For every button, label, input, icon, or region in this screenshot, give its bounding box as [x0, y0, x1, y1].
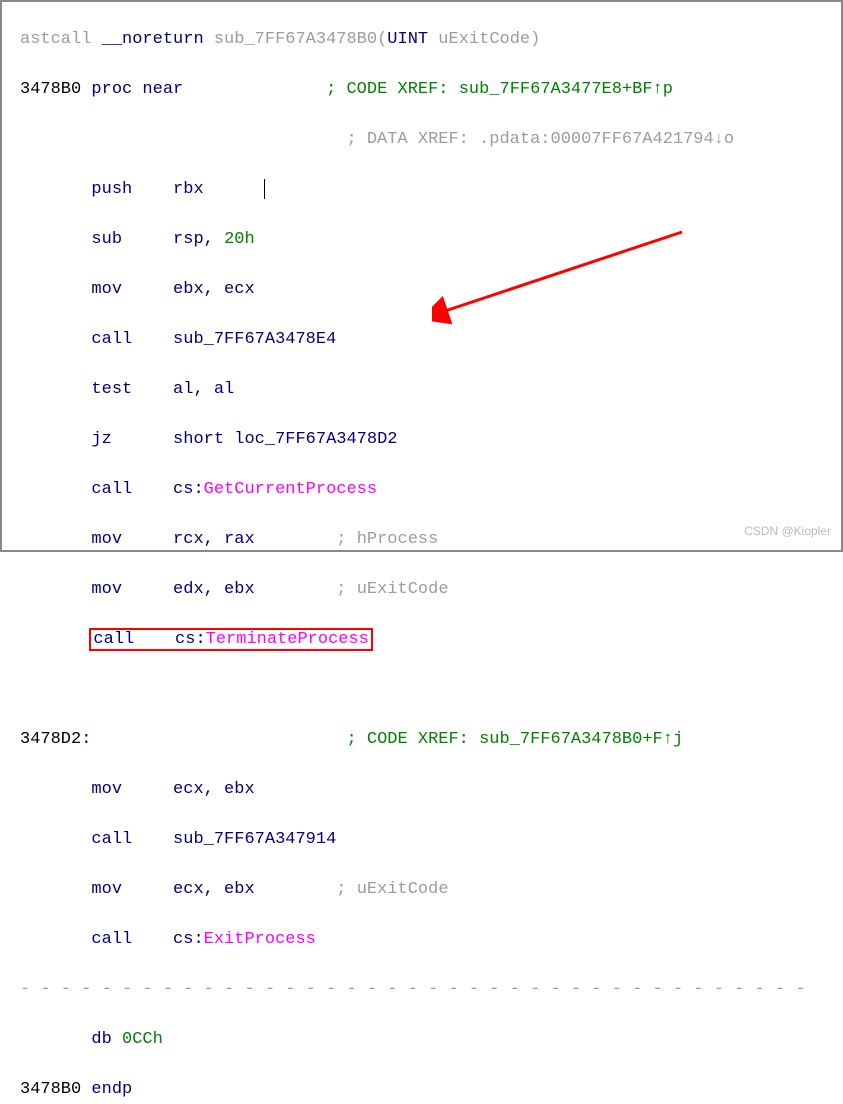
mn: jz short loc_7FF67A3478D2 [20, 430, 397, 449]
endp-line[interactable]: 3478B0 endp [20, 1077, 841, 1102]
label-colon: : [81, 730, 91, 749]
instr-call5[interactable]: call cs:ExitProcess [20, 927, 841, 952]
spacer [91, 730, 346, 749]
instr-call1[interactable]: call sub_7FF67A3478E4 [20, 327, 841, 352]
separator-line: - - - - - - - - - - - - - - - - - - - - … [20, 977, 841, 1002]
mn: call cs: [20, 930, 204, 949]
sig-keyword: __noreturn [102, 30, 204, 49]
endp: endp [81, 1080, 132, 1099]
instr-push[interactable]: push rbx [20, 177, 841, 202]
disassembly-listing: astcall __noreturn sub_7FF67A3478B0(UINT… [2, 2, 841, 1104]
instr-sub[interactable]: sub rsp, 20h [20, 227, 841, 252]
spacer [20, 130, 346, 149]
signature-line[interactable]: astcall __noreturn sub_7FF67A3478B0(UINT… [20, 27, 841, 52]
text-cursor [264, 179, 265, 199]
comment: ; uExitCode [336, 880, 448, 899]
mn: mov ecx, ebx [20, 880, 336, 899]
imm: 20h [224, 230, 255, 249]
mn: sub rsp, [20, 230, 224, 249]
mn: test al, al [20, 380, 234, 399]
mn: mov ecx, ebx [20, 780, 255, 799]
label-addr: 3478D2 [20, 730, 81, 749]
sig-paren-open: ( [377, 30, 387, 49]
instr-mov4[interactable]: mov ecx, ebx [20, 777, 841, 802]
instr-mov5[interactable]: mov ecx, ebx ; uExitCode [20, 877, 841, 902]
code-xref-2: ; CODE XREF: sub_7FF67A3478B0+F↑j [346, 730, 683, 749]
spacer [183, 80, 326, 99]
instr-mov1[interactable]: mov ebx, ecx [20, 277, 841, 302]
watermark: CSDN @Kiopler [744, 519, 831, 544]
endp-addr: 3478B0 [20, 1080, 81, 1099]
instr-call4[interactable]: call sub_7FF67A347914 [20, 827, 841, 852]
code-xref-1: ; CODE XREF: sub_7FF67A3477E8+BF↑p [326, 80, 673, 99]
data-xref-line[interactable]: ; DATA XREF: .pdata:00007FF67A421794↓o [20, 127, 841, 152]
sig-prefix: astcall [20, 30, 102, 49]
instr-call2[interactable]: call cs:GetCurrentProcess [20, 477, 841, 502]
comment: ; uExitCode [336, 580, 448, 599]
mn: call sub_7FF67A3478E4 [20, 330, 336, 349]
instr-mov3[interactable]: mov edx, ebx ; uExitCode [20, 577, 841, 602]
mn: call sub_7FF67A347914 [20, 830, 336, 849]
mn: push rbx [20, 180, 265, 199]
db-line[interactable]: db 0CCh [20, 1027, 841, 1052]
comment: ; hProcess [336, 530, 438, 549]
api-fn: GetCurrentProcess [204, 480, 377, 499]
api-fn: ExitProcess [204, 930, 316, 949]
api-fn: TerminateProcess [206, 630, 369, 649]
db: db [20, 1030, 122, 1049]
mn: mov rcx, rax [20, 530, 336, 549]
proc-addr: 3478B0 [20, 80, 81, 99]
mn: mov edx, ebx [20, 580, 336, 599]
label-line[interactable]: 3478D2: ; CODE XREF: sub_7FF67A3478B0+F↑… [20, 727, 841, 752]
db-val: 0CCh [122, 1030, 163, 1049]
blank-line [20, 677, 841, 702]
sig-ptype: UINT [387, 30, 428, 49]
mn: call cs: [20, 480, 204, 499]
mn: mov ebx, ecx [20, 280, 255, 299]
sig-name: sub_7FF67A3478B0 [204, 30, 377, 49]
sig-paren-close: ) [530, 30, 540, 49]
instr-jz[interactable]: jz short loc_7FF67A3478D2 [20, 427, 841, 452]
instr-call3[interactable]: call cs:TerminateProcess [20, 627, 841, 652]
highlighted-call: call cs:TerminateProcess [91, 630, 370, 649]
proc-near: proc near [81, 80, 183, 99]
sig-pname: uExitCode [428, 30, 530, 49]
instr-test[interactable]: test al, al [20, 377, 841, 402]
instr-mov2[interactable]: mov rcx, rax ; hProcess [20, 527, 841, 552]
data-xref-1: ; DATA XREF: .pdata:00007FF67A421794↓o [346, 130, 734, 149]
proc-line[interactable]: 3478B0 proc near ; CODE XREF: sub_7FF67A… [20, 77, 841, 102]
